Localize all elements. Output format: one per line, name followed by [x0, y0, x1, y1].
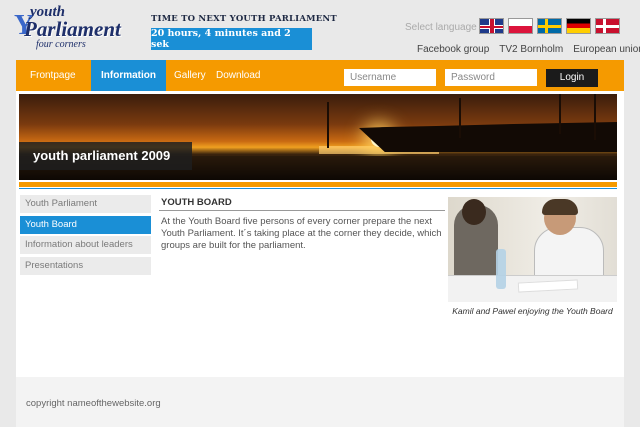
content-divider — [159, 210, 445, 211]
password-input[interactable]: Password — [445, 69, 537, 86]
logo-text-corners: four corners — [36, 39, 86, 50]
link-european-union[interactable]: European union — [573, 44, 640, 55]
banner-mast — [594, 94, 596, 140]
site-logo[interactable]: Y youth Parliament four corners — [14, 4, 138, 56]
nav-download[interactable]: Download — [216, 60, 260, 91]
banner-divider-blue — [19, 188, 617, 189]
photo-person-hair — [542, 199, 578, 215]
sidebar-item-presentations[interactable]: Presentations — [20, 257, 151, 275]
language-label: Select language — [405, 22, 477, 33]
flag-poland-icon[interactable] — [508, 18, 533, 34]
banner-ship — [359, 122, 617, 152]
nav-frontpage[interactable]: Frontpage — [30, 60, 76, 91]
sidebar-item-youth-board[interactable]: Youth Board — [20, 216, 151, 234]
sidebar-item-youth-parliament[interactable]: Youth Parliament — [20, 195, 151, 213]
flag-germany-icon[interactable] — [566, 18, 591, 34]
top-links: Facebook group TV2 Bornholm European uni… — [417, 44, 640, 55]
photo-bottle — [496, 249, 506, 289]
photo-caption: Kamil and Pawel enjoying the Youth Board — [452, 306, 613, 316]
banner-mast — [559, 94, 561, 134]
language-flags — [479, 18, 620, 34]
login-button[interactable]: Login — [546, 69, 598, 87]
page-container: Frontpage Information Gallery Download U… — [16, 60, 624, 427]
banner-title: youth parliament 2009 — [19, 142, 192, 170]
banner-divider-orange — [19, 182, 617, 187]
banner-mast — [327, 102, 329, 148]
photo-person-head — [462, 199, 486, 225]
flag-uk-icon[interactable] — [479, 18, 504, 34]
flag-sweden-icon[interactable] — [537, 18, 562, 34]
link-facebook-group[interactable]: Facebook group — [417, 44, 489, 55]
link-tv2-bornholm[interactable]: TV2 Bornholm — [499, 44, 563, 55]
nav-gallery[interactable]: Gallery — [174, 60, 206, 91]
username-input[interactable]: Username — [344, 69, 436, 86]
flag-denmark-icon[interactable] — [595, 18, 620, 34]
content-title: YOUTH BOARD — [161, 197, 232, 208]
youth-board-photo — [448, 197, 617, 302]
main-navbar: Frontpage Information Gallery Download U… — [16, 60, 624, 91]
countdown-value: 20 hours, 4 minutes and 2 sek — [151, 28, 312, 50]
nav-information[interactable]: Information — [91, 60, 166, 91]
content-body: At the Youth Board five persons of every… — [161, 216, 442, 251]
footer-copyright: copyright nameofthewebsite.org — [26, 398, 161, 409]
sidebar-item-leaders[interactable]: Information about leaders — [20, 236, 151, 254]
countdown-title: TIME TO NEXT YOUTH PARLIAMENT — [151, 14, 337, 24]
banner-mast — [459, 98, 461, 138]
